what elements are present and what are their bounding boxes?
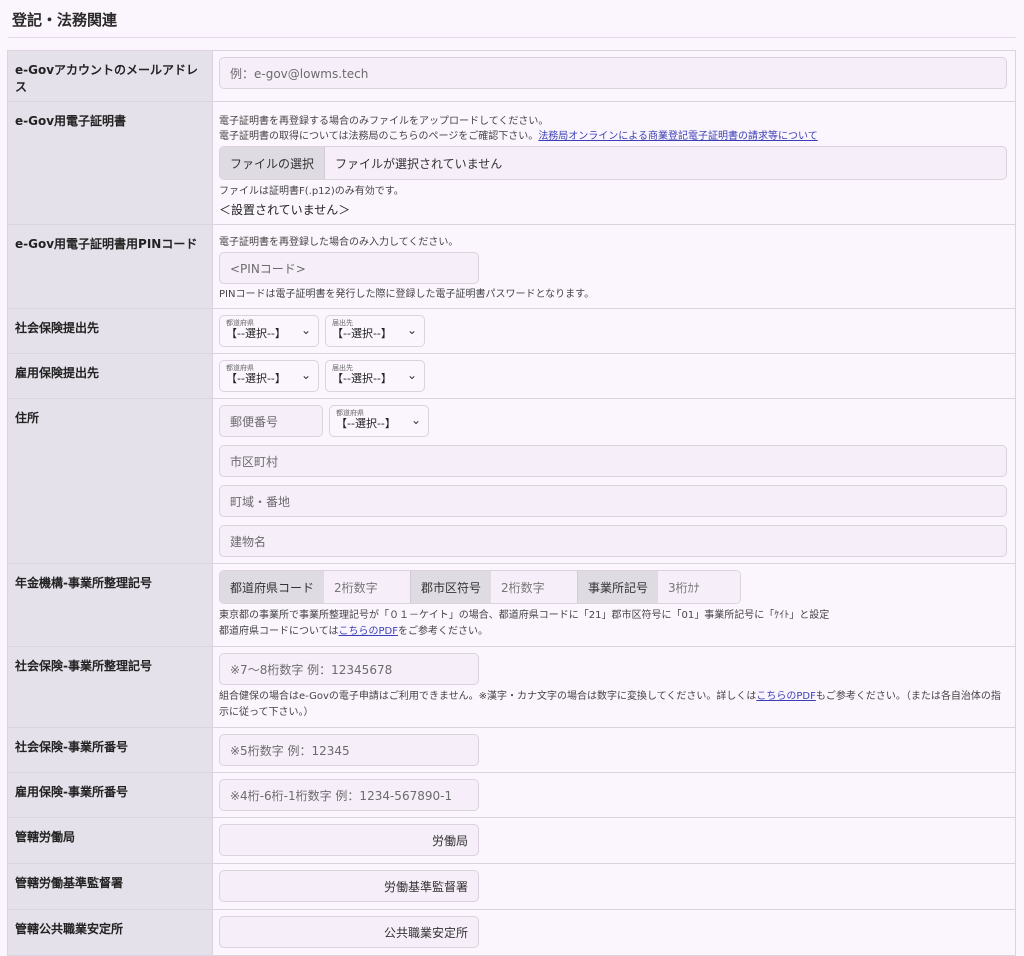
street-input[interactable]: 町域・番地 (219, 485, 1007, 517)
label-shakai-dest: 社会保険提出先 (7, 308, 213, 354)
pin-help: 電子証明書を再登録した場合のみ入力してください。 (219, 237, 459, 248)
zip-input[interactable]: 郵便番号 (219, 405, 323, 437)
label-anteisho: 管轄公共職業安定所 (7, 909, 213, 956)
label-koyo-bango: 雇用保険-事業所番号 (7, 772, 213, 818)
label-email: e-Govアカウントのメールアドレス (7, 50, 213, 102)
label-cert: e-Gov用電子証明書 (7, 101, 213, 225)
roudoukyoku-input[interactable]: 労働局 (219, 824, 479, 856)
shakai-seiri-input[interactable]: ※7～8桁数字 例：12345678 (219, 653, 479, 685)
shakai-seiri-note: 組合健保の場合はe-Govの電子申請はご利用できません。※漢字・カナ文字の場合は… (219, 689, 1007, 721)
file-status-text: ファイルが選択されていません (335, 156, 503, 171)
nenkin-note-2: 都道府県コードについてはこちらのPDFをご参考ください。 (219, 624, 1007, 640)
cert-file-picker[interactable]: ファイルの選択 ファイルが選択されていません (219, 146, 1007, 180)
anteisho-input[interactable]: 公共職業安定所 (219, 916, 479, 948)
address-pref-select[interactable]: 都道府県 【--選択--】 ⌄ (329, 405, 429, 437)
shakai-bango-input[interactable]: ※5桁数字 例：12345 (219, 734, 479, 766)
pin-note: PINコードは電子証明書を発行した際に登録した電子証明書パスワードとなります。 (219, 289, 595, 300)
pref-code-input[interactable]: 2桁数字 (324, 571, 410, 603)
email-input[interactable]: 例：e-gov@lowms.tech (219, 57, 1007, 89)
cert-help-1: 電子証明書を再登録する場合のみファイルをアップロードしてください。 (219, 116, 549, 127)
row-cert: e-Gov用電子証明書 電子証明書を再登録する場合のみファイルをアップロードして… (7, 101, 1016, 225)
row-pin: e-Gov用電子証明書用PINコード 電子証明書を再登録した場合のみ入力してくだ… (7, 224, 1016, 309)
label-koyo-dest: 雇用保険提出先 (7, 353, 213, 399)
row-roudoukyoku: 管轄労働局 労働局 (7, 817, 1016, 864)
chevron-down-icon: ⌄ (300, 323, 311, 337)
cert-help-2-text: 電子証明書の取得については法務局のこちらのページをご確認下さい。 (219, 131, 539, 142)
city-code-input[interactable]: 2桁数字 (491, 571, 577, 603)
chevron-down-icon: ⌄ (406, 368, 417, 382)
title-divider (8, 37, 1016, 38)
kantokusho-input[interactable]: 労働基準監督署 (219, 870, 479, 902)
label-kantokusho: 管轄労働基準監督署 (7, 863, 213, 910)
row-anteisho: 管轄公共職業安定所 公共職業安定所 (7, 909, 1016, 956)
row-koyo-bango: 雇用保険-事業所番号 ※4桁-6桁-1桁数字 例：1234-567890-1 (7, 772, 1016, 818)
office-code-label: 事業所記号 (577, 571, 659, 603)
row-shakai-bango: 社会保険-事業所番号 ※5桁数字 例：12345 (7, 727, 1016, 773)
shakai-dest-select[interactable]: 届出先 【--選択--】 ⌄ (325, 315, 425, 347)
nenkin-note-1: 東京都の事業所で事業所整理記号が「０１－ケイト」の場合、都道府県コードに「21」… (219, 610, 830, 621)
koyo-bango-input[interactable]: ※4桁-6桁-1桁数字 例：1234-567890-1 (219, 779, 479, 811)
label-address: 住所 (7, 398, 213, 564)
row-shakai-dest: 社会保険提出先 都道府県 【--選択--】 ⌄ 届出先 【--選択--】 ⌄ (7, 308, 1016, 354)
office-code-input[interactable]: 3桁ｶﾅ (658, 571, 740, 603)
nenkin-code-group: 都道府県コード 2桁数字 郡市区符号 2桁数字 事業所記号 3桁ｶﾅ (219, 570, 741, 604)
cert-request-link[interactable]: 法務局オンラインによる商業登記電子証明書の請求等について (538, 131, 817, 142)
chevron-down-icon: ⌄ (410, 413, 421, 427)
label-nenkin: 年金機構-事業所整理記号 (7, 563, 213, 647)
settings-form: e-Govアカウントのメールアドレス 例：e-gov@lowms.tech e-… (7, 50, 1016, 956)
shakai-pref-select[interactable]: 都道府県 【--選択--】 ⌄ (219, 315, 319, 347)
chevron-down-icon: ⌄ (406, 323, 417, 337)
row-email: e-Govアカウントのメールアドレス 例：e-gov@lowms.tech (7, 50, 1016, 102)
row-address: 住所 郵便番号 都道府県 【--選択--】 ⌄ 市区町村 町域・番地 建物名 (7, 398, 1016, 564)
shakai-seiri-pdf-link[interactable]: こちらのPDF (756, 691, 815, 702)
page-title: 登記・法務関連 (12, 11, 118, 29)
row-shakai-seiri: 社会保険-事業所整理記号 ※7～8桁数字 例：12345678 組合健保の場合は… (7, 646, 1016, 728)
nenkin-note-2-post: をご参考ください。 (397, 626, 488, 637)
label-shakai-seiri: 社会保険-事業所整理記号 (7, 646, 213, 728)
nenkin-note-2-pre: 都道府県コードについては (219, 626, 339, 637)
koyo-dest-select[interactable]: 届出先 【--選択--】 ⌄ (325, 360, 425, 392)
chevron-down-icon: ⌄ (300, 368, 311, 382)
nenkin-pdf-link[interactable]: こちらのPDF (339, 626, 398, 637)
file-select-button[interactable]: ファイルの選択 (220, 147, 326, 179)
cert-file-note: ファイルは証明書F(.p12)のみ有効です。 (219, 186, 404, 197)
row-koyo-dest: 雇用保険提出先 都道府県 【--選択--】 ⌄ 届出先 【--選択--】 ⌄ (7, 353, 1016, 399)
city-input[interactable]: 市区町村 (219, 445, 1007, 477)
city-code-label: 郡市区符号 (410, 571, 492, 603)
row-kantokusho: 管轄労働基準監督署 労働基準監督署 (7, 863, 1016, 910)
label-shakai-bango: 社会保険-事業所番号 (7, 727, 213, 773)
cert-status: ＜設置されていません＞ (219, 203, 351, 217)
row-nenkin: 年金機構-事業所整理記号 都道府県コード 2桁数字 郡市区符号 2桁数字 事業所… (7, 563, 1016, 647)
pref-code-label: 都道府県コード (220, 571, 325, 603)
koyo-pref-select[interactable]: 都道府県 【--選択--】 ⌄ (219, 360, 319, 392)
label-pin: e-Gov用電子証明書用PINコード (7, 224, 213, 309)
cert-help-2: 電子証明書の取得については法務局のこちらのページをご確認下さい。法務局オンライン… (219, 129, 1007, 144)
building-input[interactable]: 建物名 (219, 525, 1007, 557)
pin-input[interactable]: <PINコード> (219, 252, 479, 284)
shakai-seiri-note-pre: 組合健保の場合はe-Govの電子申請はご利用できません。※漢字・カナ文字の場合は… (219, 691, 757, 702)
label-roudoukyoku: 管轄労働局 (7, 817, 213, 864)
